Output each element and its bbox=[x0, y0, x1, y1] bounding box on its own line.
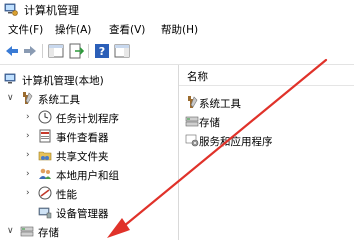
device-manager-icon bbox=[38, 207, 52, 219]
list-item-label: 系统工具 bbox=[199, 98, 241, 110]
details-pane: 名称 系统工具 存储 服务和应用程序 bbox=[179, 65, 354, 240]
system-tools-icon bbox=[188, 96, 198, 108]
tree-item-root[interactable]: 计算机管理(本地) bbox=[0, 71, 178, 89]
menu-help[interactable]: 帮助(H) bbox=[161, 22, 198, 37]
tree-item-label: 设备管理器 bbox=[56, 208, 109, 220]
storage-icon bbox=[20, 226, 34, 237]
svg-text:?: ? bbox=[99, 45, 105, 58]
console-tree-icon[interactable] bbox=[48, 43, 64, 59]
menu-file[interactable]: 文件(F) bbox=[8, 22, 43, 37]
tree-item-label: 共享文件夹 bbox=[56, 151, 109, 163]
services-icon bbox=[185, 134, 199, 147]
tree-item-label: 存储 bbox=[38, 227, 59, 239]
column-header-name[interactable]: 名称 bbox=[179, 65, 354, 86]
toolbar: ? bbox=[0, 38, 354, 65]
computer-management-icon bbox=[4, 73, 16, 84]
back-arrow-icon[interactable] bbox=[4, 43, 20, 59]
tree-item-task-scheduler[interactable]: › 任务计划程序 bbox=[0, 109, 178, 127]
system-tools-icon bbox=[23, 92, 33, 104]
tree-item-shared-folders[interactable]: › 共享文件夹 bbox=[0, 147, 178, 165]
tree-item-label: 计算机管理(本地) bbox=[22, 75, 104, 87]
forward-arrow-icon[interactable] bbox=[22, 43, 38, 59]
title-bar: 计算机管理 bbox=[0, 0, 354, 20]
tree-item-device-manager[interactable]: 设备管理器 bbox=[0, 204, 178, 222]
toolbar-separator bbox=[88, 44, 89, 58]
list-item-label: 服务和应用程序 bbox=[199, 136, 273, 148]
menu-bar: 文件(F) 操作(A) 查看(V) 帮助(H) bbox=[0, 20, 354, 38]
column-header-label: 名称 bbox=[187, 71, 208, 83]
tree-item-performance[interactable]: › 性能 bbox=[0, 185, 178, 203]
chevron-right-icon[interactable]: › bbox=[26, 188, 36, 198]
window-title: 计算机管理 bbox=[24, 4, 79, 17]
chevron-right-icon[interactable]: › bbox=[26, 150, 36, 160]
menu-view[interactable]: 查看(V) bbox=[109, 22, 145, 37]
tree-item-label: 事件查看器 bbox=[56, 132, 109, 144]
console-tree: 计算机管理(本地) ∨ 系统工具 › 任务计划程序 › 事件查看器 › 共享文件… bbox=[0, 65, 179, 240]
export-list-icon[interactable] bbox=[68, 43, 84, 59]
toolbar-separator bbox=[42, 44, 43, 58]
tree-item-label: 本地用户和组 bbox=[56, 170, 119, 182]
chevron-down-icon[interactable]: ∨ bbox=[7, 93, 17, 103]
storage-icon bbox=[185, 116, 199, 127]
users-icon bbox=[39, 168, 51, 179]
menu-action[interactable]: 操作(A) bbox=[55, 22, 91, 37]
clock-icon bbox=[38, 110, 52, 124]
tree-item-storage[interactable]: ∨ 存储 bbox=[0, 223, 178, 241]
tree-item-label: 任务计划程序 bbox=[56, 113, 119, 125]
tree-item-event-viewer[interactable]: › 事件查看器 bbox=[0, 128, 178, 146]
chevron-right-icon[interactable]: › bbox=[26, 131, 36, 141]
performance-icon bbox=[38, 186, 52, 200]
tree-item-system-tools[interactable]: ∨ 系统工具 bbox=[0, 90, 178, 108]
computer-management-icon bbox=[4, 3, 18, 16]
chevron-down-icon[interactable]: ∨ bbox=[7, 226, 17, 236]
properties-pane-icon[interactable] bbox=[114, 43, 130, 59]
help-icon[interactable]: ? bbox=[94, 43, 110, 59]
tree-item-label: 系统工具 bbox=[38, 94, 80, 106]
list-item-label: 存储 bbox=[199, 117, 220, 129]
chevron-right-icon[interactable]: › bbox=[26, 169, 36, 179]
tree-item-local-users-groups[interactable]: › 本地用户和组 bbox=[0, 166, 178, 184]
tree-item-label: 性能 bbox=[56, 189, 77, 201]
event-viewer-icon bbox=[39, 129, 51, 143]
shared-folder-icon bbox=[38, 151, 52, 161]
chevron-right-icon[interactable]: › bbox=[26, 112, 36, 122]
